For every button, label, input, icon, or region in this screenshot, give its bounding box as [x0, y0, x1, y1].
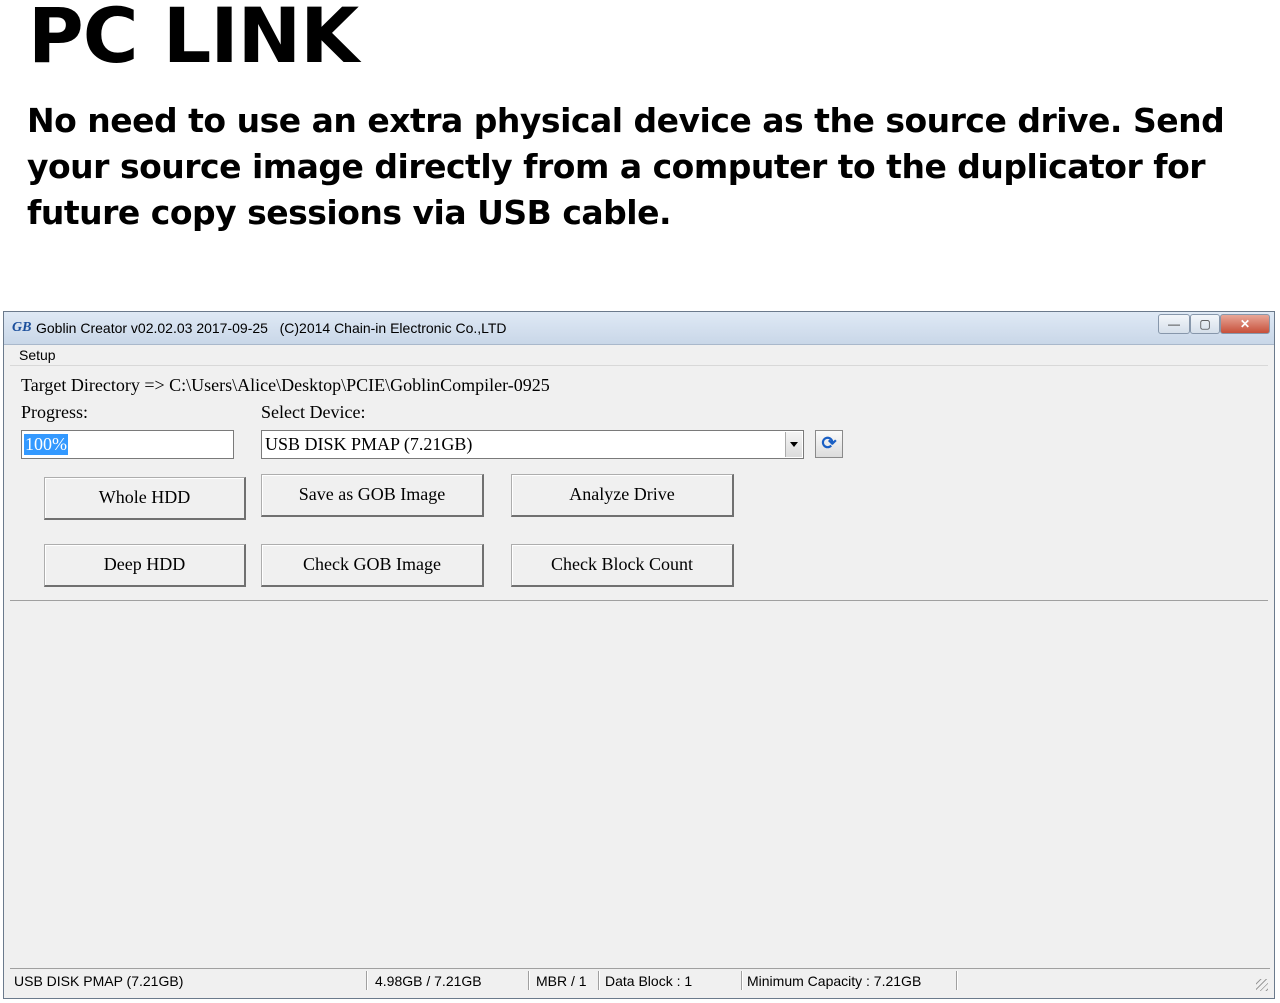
refresh-button[interactable]: ⟳ — [815, 430, 843, 458]
target-directory: Target Directory => C:\Users\Alice\Deskt… — [21, 375, 550, 395]
resize-grip-icon[interactable] — [1256, 979, 1268, 991]
status-divider — [741, 971, 743, 990]
status-divider — [956, 971, 958, 990]
status-device: USB DISK PMAP (7.21GB) — [14, 973, 184, 989]
close-button[interactable]: ✕ — [1220, 314, 1270, 334]
check-gob-image-button[interactable]: Check GOB Image — [261, 544, 484, 587]
main-panel: Target Directory => C:\Users\Alice\Deskt… — [10, 366, 1268, 601]
save-gob-image-button[interactable]: Save as GOB Image — [261, 474, 484, 517]
whole-hdd-button[interactable]: Whole HDD — [44, 477, 246, 520]
title-bar[interactable]: GB Goblin Creator v02.02.03 2017-09-25 (… — [4, 312, 1274, 345]
goblin-creator-window: GB Goblin Creator v02.02.03 2017-09-25 (… — [3, 311, 1275, 999]
analyze-drive-button[interactable]: Analyze Drive — [511, 474, 734, 517]
window-title: Goblin Creator v02.02.03 2017-09-25 (C)2… — [36, 320, 507, 336]
status-min-capacity: Minimum Capacity : 7.21GB — [747, 973, 922, 989]
status-divider — [598, 971, 600, 990]
status-partition: MBR / 1 — [536, 973, 587, 989]
menu-item-setup[interactable]: Setup — [19, 347, 56, 363]
chevron-down-icon[interactable] — [785, 432, 802, 457]
app-logo-icon: GB — [12, 320, 32, 335]
status-data-block: Data Block : 1 — [605, 973, 693, 989]
maximize-button[interactable]: ▢ — [1190, 314, 1220, 334]
progress-label: Progress: — [21, 402, 88, 422]
progress-field[interactable]: 100% — [21, 430, 234, 459]
slide-heading: PC LINK — [28, 0, 359, 80]
deep-hdd-button[interactable]: Deep HDD — [44, 544, 246, 587]
progress-value: 100% — [24, 434, 68, 455]
status-divider — [366, 971, 368, 990]
refresh-icon: ⟳ — [821, 433, 837, 453]
minimize-button[interactable]: — — [1158, 314, 1190, 334]
status-usage: 4.98GB / 7.21GB — [375, 973, 482, 989]
menu-bar: Setup — [10, 345, 1268, 366]
status-divider — [528, 971, 530, 990]
select-device-label: Select Device: — [261, 402, 366, 422]
selected-device: USB DISK PMAP (7.21GB) — [265, 434, 473, 454]
check-block-count-button[interactable]: Check Block Count — [511, 544, 734, 587]
slide-description: No need to use an extra physical device … — [27, 101, 1225, 232]
status-bar: USB DISK PMAP (7.21GB) 4.98GB / 7.21GB M… — [10, 968, 1270, 993]
device-select[interactable]: USB DISK PMAP (7.21GB) — [261, 430, 804, 459]
